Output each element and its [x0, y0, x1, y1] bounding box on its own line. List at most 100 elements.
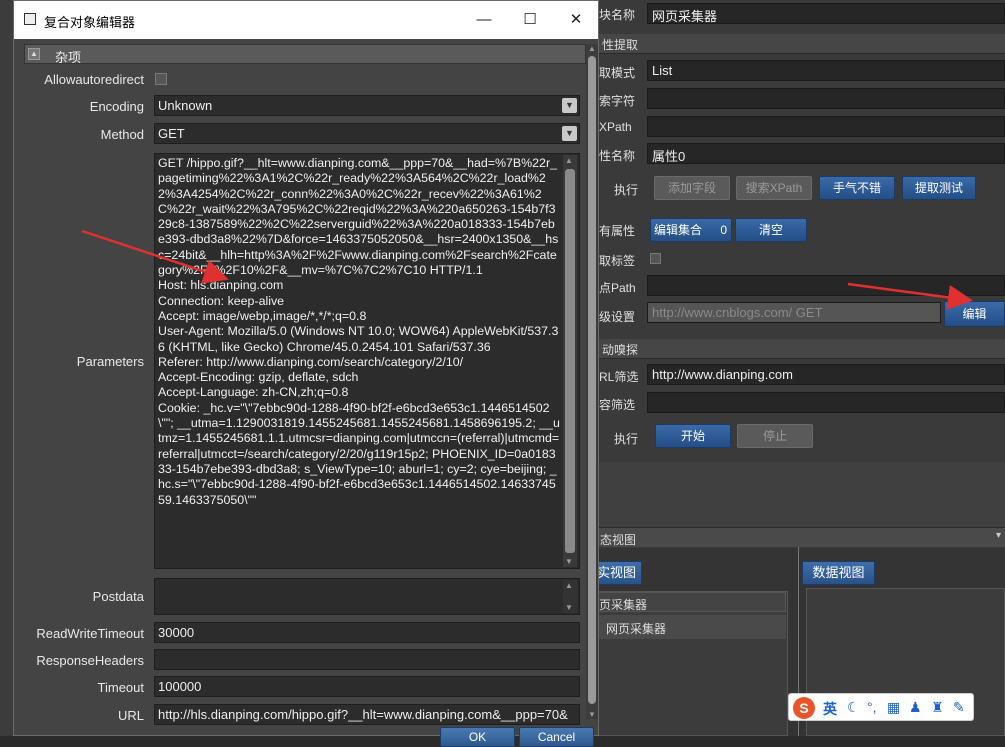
parameters-scrollbar[interactable]: ▲ ▼ [563, 155, 577, 567]
attr-name-label: 性名称 [599, 149, 636, 163]
chevron-down-icon[interactable]: ▼ [562, 98, 577, 113]
readwritetimeout-label: ReadWriteTimeout [36, 626, 144, 641]
url-label: URL [117, 708, 144, 723]
close-icon[interactable]: ✕ [561, 7, 591, 33]
exec2-label: 执行 [614, 432, 639, 446]
ime-lang[interactable]: 英 [823, 699, 837, 719]
title-bar[interactable]: 复合对象编辑器 — ☐ ✕ [14, 1, 598, 39]
search-string-label: 索字符 [599, 94, 636, 108]
section-extract-header[interactable]: 性提取 [598, 34, 1005, 54]
scroll-up-icon[interactable]: ▲ [565, 581, 573, 590]
chevron-down-icon[interactable]: ▼ [562, 126, 577, 141]
parameters-scroll-thumb[interactable] [565, 169, 575, 553]
xpath-label: XPath [599, 120, 632, 134]
has-attr-label: 有属性 [599, 224, 636, 238]
tree-child-row[interactable]: 网页采集器 [598, 615, 786, 639]
extract-tag-checkbox[interactable] [650, 253, 661, 264]
encoding-select[interactable]: Unknown ▼ [154, 95, 580, 116]
method-label: Method [100, 127, 144, 142]
advanced-setting-field[interactable]: http://www.cnblogs.com/ GET [647, 302, 941, 323]
lucky-button[interactable]: 手气不错 [819, 176, 895, 200]
voice-icon[interactable]: ♟ [909, 699, 922, 716]
misc-section-label: 杂项 [55, 50, 82, 65]
underlying-window-edge [0, 0, 13, 736]
moon-icon[interactable]: ☾ [847, 699, 860, 716]
edit-button[interactable]: 编辑 [944, 301, 1005, 327]
postdata-textarea[interactable]: ▲ ▼ [154, 578, 580, 615]
tab-data-view[interactable]: 数据视图 [802, 561, 875, 585]
allowautoredirect-checkbox[interactable] [155, 73, 167, 85]
allowautoredirect-label: Allowautoredirect [44, 72, 144, 87]
root-path-input[interactable] [647, 275, 1005, 296]
collection-count: 0 [720, 223, 727, 237]
extract-mode-label: 取模式 [599, 66, 636, 80]
dialog-scroll-thumb[interactable] [588, 56, 596, 704]
ok-button[interactable]: OK [440, 727, 515, 747]
advanced-label: 级设置 [599, 310, 636, 324]
scroll-up-icon[interactable]: ▲ [565, 156, 573, 165]
collapse-toggle-icon[interactable]: ▲ [28, 48, 40, 60]
xpath-input[interactable] [647, 116, 1005, 137]
ime-toolbar[interactable]: S 英 ☾ °, ▦ ♟ ♜ ✎ [788, 693, 974, 721]
responseheaders-input[interactable] [154, 649, 580, 670]
timeout-input[interactable]: 100000 [154, 676, 580, 697]
wrench-icon[interactable]: ✎ [953, 699, 965, 716]
extract-tag-label: 取标签 [599, 254, 636, 268]
composite-object-editor-dialog: 复合对象编辑器 — ☐ ✕ ▲ 杂项 Allowautoredirect Enc… [13, 0, 599, 747]
section-view-header[interactable]: 态视图 ▾ [598, 527, 1005, 547]
extract-test-button[interactable]: 提取测试 [902, 176, 976, 200]
postdata-label: Postdata [92, 589, 144, 604]
cancel-button[interactable]: Cancel [519, 727, 594, 747]
punctuation-icon[interactable]: °, [867, 699, 877, 715]
search-string-input[interactable] [647, 88, 1005, 109]
readwritetimeout-input[interactable]: 30000 [154, 622, 580, 643]
dialog-scrollbar[interactable]: ▲ ▼ [586, 44, 598, 719]
exec-label: 执行 [614, 183, 639, 197]
url-filter-input[interactable]: http://www.dianping.com [647, 364, 1005, 385]
section-sniff-header[interactable]: 动嗅探 [598, 339, 1005, 359]
maximize-icon[interactable]: ☐ [515, 7, 545, 33]
scroll-down-icon[interactable]: ▼ [588, 710, 596, 719]
encoding-label: Encoding [89, 99, 144, 114]
postdata-scrollbar[interactable]: ▲ ▼ [563, 580, 577, 613]
tree-item-child: 网页采集器 [606, 622, 667, 636]
add-field-button[interactable]: 添加字段 [654, 176, 730, 200]
app-icon [24, 13, 36, 25]
parameters-text: GET /hippo.gif?__hlt=www.dianping.com&__… [158, 156, 560, 507]
module-name-field[interactable]: 网页采集器 [647, 3, 1005, 24]
edit-collection-label: 编辑集合 [654, 223, 703, 237]
attr-name-input[interactable]: 属性0 [647, 143, 1005, 164]
parameters-textarea[interactable]: GET /hippo.gif?__hlt=www.dianping.com&__… [154, 153, 580, 569]
scroll-up-icon[interactable]: ▲ [588, 44, 596, 53]
section-view-label: 态视图 [600, 533, 637, 547]
spacer-panel [598, 462, 1005, 527]
keyboard-icon[interactable]: ▦ [887, 699, 900, 716]
minimize-icon[interactable]: — [469, 7, 499, 33]
module-name-label: 块名称 [599, 8, 636, 22]
property-grid: Allowautoredirect Encoding Unknown ▼ Met… [24, 65, 586, 725]
tree-root-row[interactable]: 页采集器 [598, 592, 786, 612]
extract-mode-select[interactable]: List [647, 60, 1005, 81]
scroll-down-icon[interactable]: ▼ [565, 603, 573, 612]
url-input[interactable]: http://hls.dianping.com/hippo.gif?__hlt=… [154, 704, 580, 725]
edit-collection-button[interactable]: 编辑集合 0 [650, 218, 732, 242]
method-select[interactable]: GET ▼ [154, 123, 580, 144]
scroll-down-icon[interactable]: ▼ [565, 557, 573, 566]
stop-button[interactable]: 停止 [737, 424, 813, 448]
method-value: GET [158, 126, 185, 141]
content-filter-input[interactable] [647, 392, 1005, 413]
dialog-title: 复合对象编辑器 [44, 15, 136, 30]
root-path-label: 点Path [599, 281, 636, 295]
timeout-label: Timeout [97, 680, 144, 695]
start-button[interactable]: 开始 [655, 424, 731, 448]
misc-section-header[interactable]: ▲ 杂项 [24, 44, 586, 65]
responseheaders-label: ResponseHeaders [36, 653, 144, 668]
tree-item-root: 页采集器 [599, 598, 648, 612]
collapse-icon[interactable]: ▾ [996, 530, 1001, 541]
search-xpath-button[interactable]: 搜索XPath [736, 176, 812, 200]
url-filter-label: RL筛选 [599, 370, 639, 384]
clear-button[interactable]: 清空 [735, 218, 807, 242]
content-filter-label: 容筛选 [599, 398, 636, 412]
sogou-logo-icon[interactable]: S [793, 697, 815, 719]
skin-icon[interactable]: ♜ [931, 699, 944, 716]
